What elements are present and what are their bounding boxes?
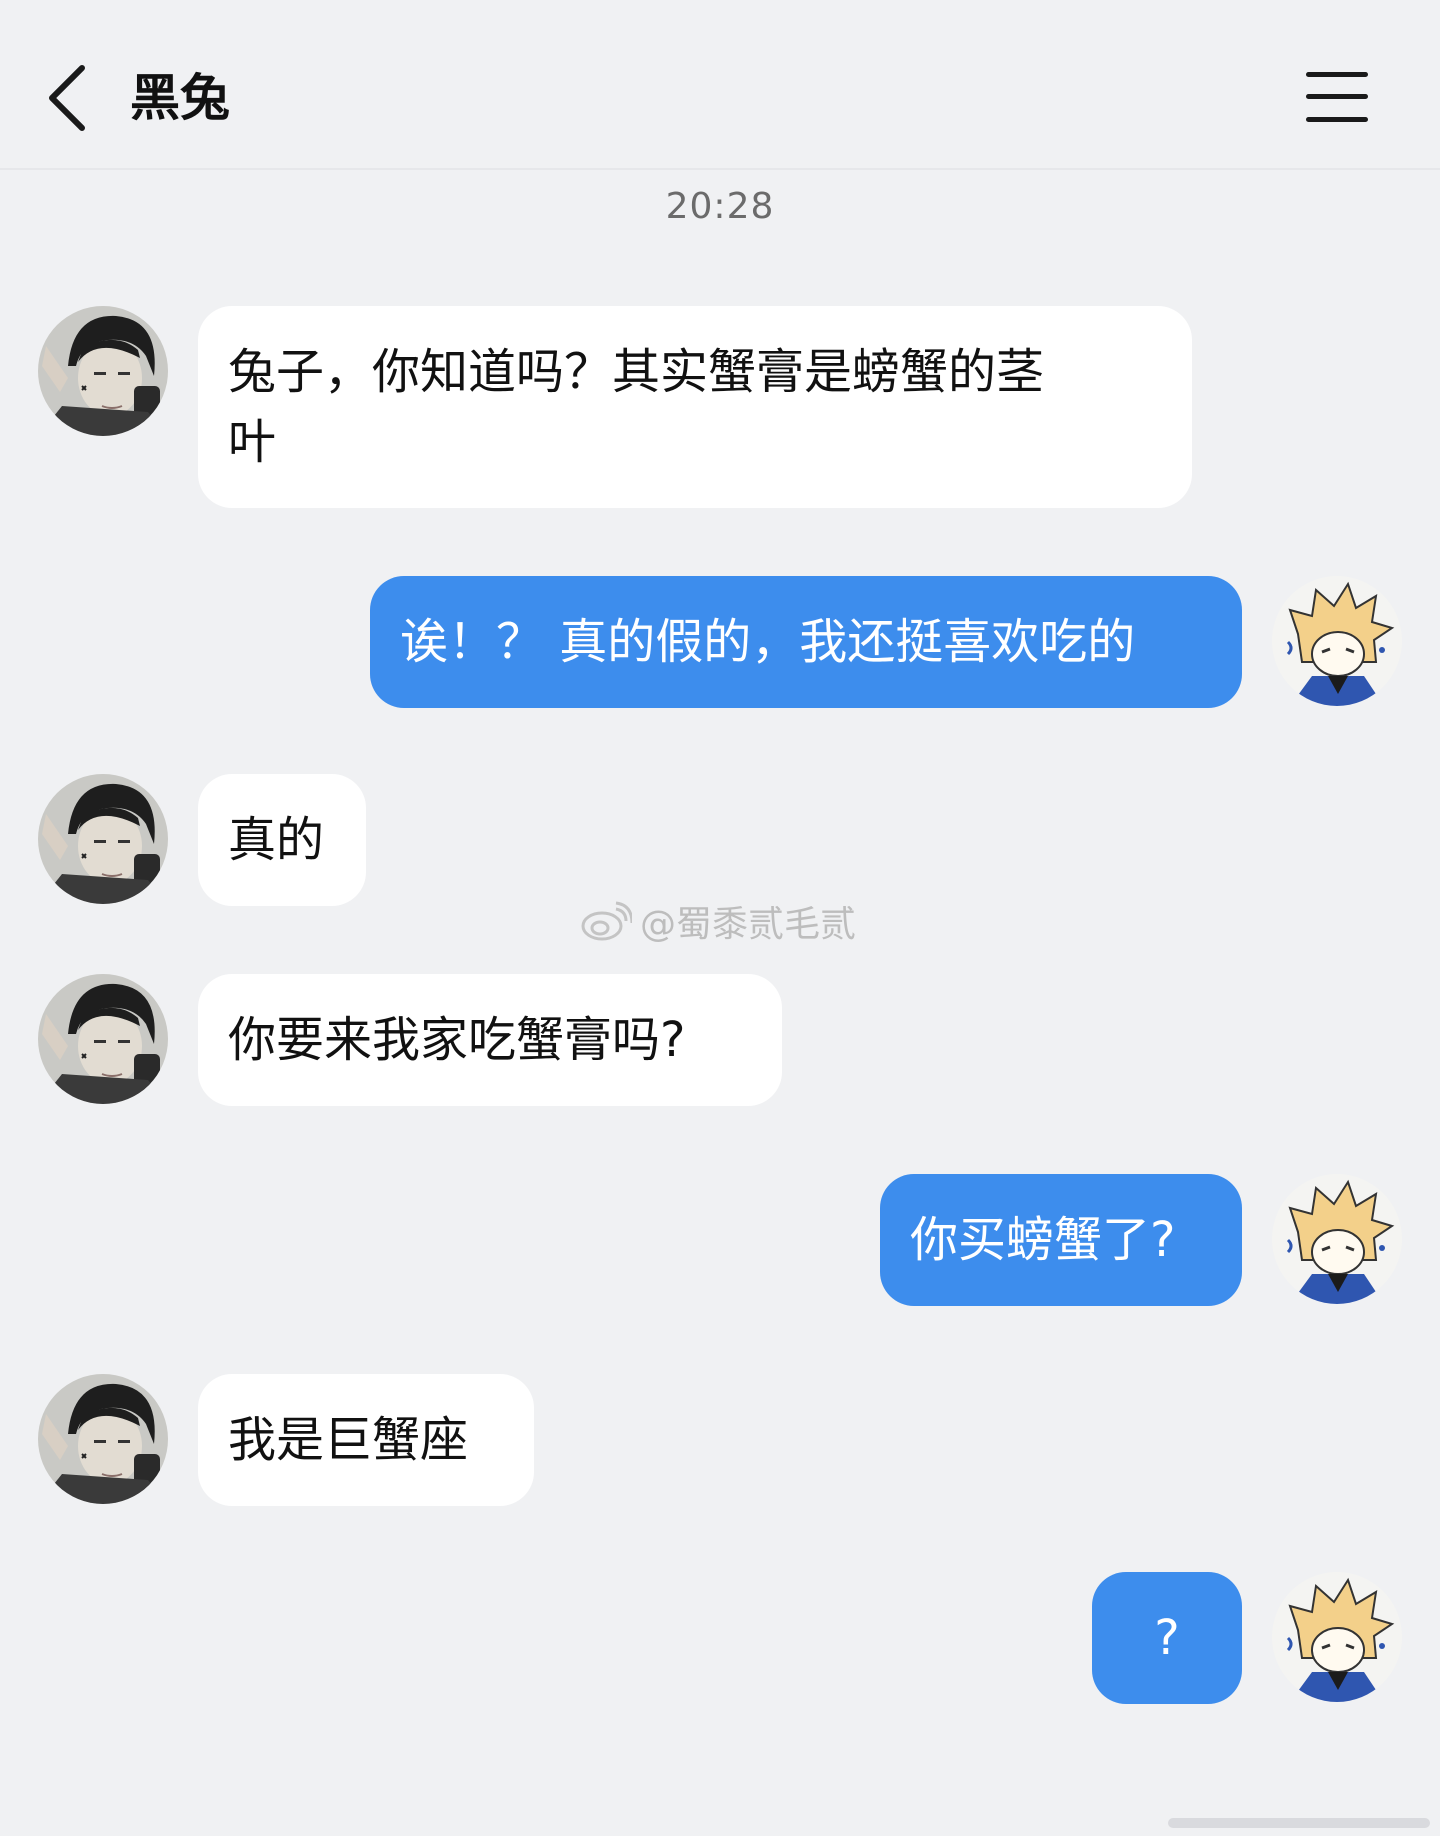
chat-screen: 黑兔 20:28 兔子，你知道吗？其实蟹膏是螃蟹的茎 叶 诶！？ 真的假的，我还… [0, 0, 1440, 1836]
message-bubble-outgoing[interactable]: 诶！？ 真的假的，我还挺喜欢吃的 [370, 576, 1242, 708]
contact-avatar[interactable] [38, 774, 168, 904]
message-text: 我是巨蟹座 [228, 1412, 469, 1468]
message-bubble-outgoing[interactable]: 你买螃蟹了? [880, 1174, 1242, 1306]
message-text: 你要来我家吃蟹膏吗? [228, 1012, 686, 1068]
weibo-icon [581, 901, 632, 941]
watermark-text: @蜀黍贰毛贰 [640, 904, 857, 945]
home-indicator[interactable] [1168, 1818, 1430, 1828]
self-avatar[interactable] [1272, 1572, 1402, 1702]
message-bubble-incoming[interactable]: 兔子，你知道吗？其实蟹膏是螃蟹的茎 叶 [198, 306, 1192, 508]
back-button[interactable] [44, 62, 92, 134]
message-text: 你买螃蟹了? [910, 1212, 1176, 1268]
chat-header: 黑兔 [0, 0, 1440, 168]
message-bubble-incoming[interactable]: 你要来我家吃蟹膏吗? [198, 974, 782, 1106]
contact-avatar[interactable] [38, 1374, 168, 1504]
message-text: 真的 [228, 812, 325, 868]
contact-avatar[interactable] [38, 974, 168, 1104]
contact-avatar[interactable] [38, 306, 168, 436]
message-text-line: 叶 [228, 414, 277, 470]
message-bubble-incoming[interactable]: 真的 [198, 774, 366, 906]
self-avatar[interactable] [1272, 576, 1402, 706]
watermark: @蜀黍贰毛贰 [580, 896, 856, 946]
chevron-left-icon [49, 65, 85, 131]
message-bubble-outgoing[interactable]: ? [1092, 1572, 1242, 1704]
message-text: ? [1154, 1610, 1180, 1666]
message-bubble-incoming[interactable]: 我是巨蟹座 [198, 1374, 534, 1506]
self-avatar[interactable] [1272, 1174, 1402, 1304]
message-text: 诶！？ 真的假的，我还挺喜欢吃的 [400, 614, 1136, 670]
message-text-line: 兔子，你知道吗？其实蟹膏是螃蟹的茎 [228, 344, 1045, 400]
message-timestamp: 20:28 [665, 186, 775, 227]
menu-button[interactable] [1306, 70, 1368, 124]
chat-title: 黑兔 [130, 69, 230, 127]
header-divider [0, 168, 1440, 170]
